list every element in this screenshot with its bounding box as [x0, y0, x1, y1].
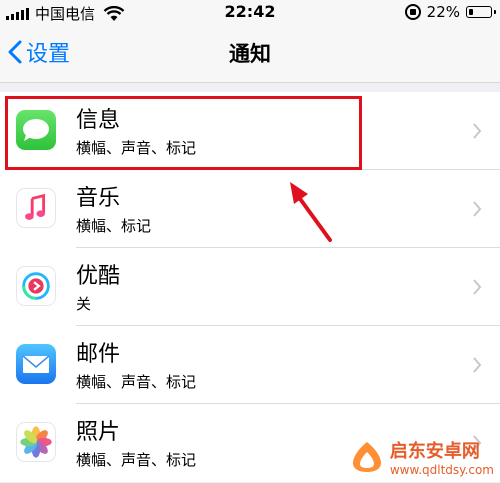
messages-icon: [16, 110, 56, 150]
battery-fill: [468, 8, 473, 15]
navigation-bar: 设置 通知: [0, 24, 500, 83]
battery-icon: [466, 6, 496, 18]
list-item-mail[interactable]: 邮件 横幅、声音、标记: [0, 326, 500, 404]
red-arrow-icon: [290, 182, 332, 242]
app-name: 音乐: [76, 186, 121, 211]
list-item-messages[interactable]: 信息 横幅、声音、标记: [0, 92, 500, 170]
list-item-music[interactable]: 音乐 横幅、标记: [0, 170, 500, 248]
app-notification-style: 横幅、声音、标记: [76, 139, 197, 157]
mail-icon: [16, 344, 56, 384]
app-name: 照片: [76, 420, 121, 445]
watermark: 启东安卓网 www.qdltdsy.com: [350, 437, 494, 477]
music-icon: [16, 188, 56, 228]
app-name: 邮件: [76, 342, 121, 367]
battery-percent: 22%: [426, 3, 460, 21]
watermark-url: www.qdltdsy.com: [389, 463, 494, 477]
app-notification-style: 横幅、声音、标记: [76, 373, 197, 391]
app-notification-style: 关: [76, 295, 92, 313]
chevron-right-icon: [473, 357, 482, 373]
photos-icon: [16, 422, 56, 462]
watermark-title: 启东安卓网: [389, 441, 480, 462]
app-name: 信息: [76, 108, 121, 133]
status-right: 22%: [404, 3, 496, 21]
app-name: 优酷: [76, 264, 121, 289]
chevron-right-icon: [473, 201, 482, 217]
battery-tip: [494, 10, 496, 14]
app-notification-style: 横幅、标记: [76, 217, 152, 235]
rotation-lock-icon: [404, 4, 421, 20]
chevron-right-icon: [473, 279, 482, 295]
chevron-right-icon: [473, 123, 482, 139]
app-notification-style: 横幅、声音、标记: [76, 451, 197, 469]
youku-icon: [16, 266, 56, 306]
page-title: 通知: [229, 42, 271, 66]
app-notification-list: 信息 横幅、声音、标记 音乐 横幅、标记 优酷 关 邮件 横幅、声音、标记 照片…: [0, 92, 500, 482]
watermark-logo-icon: [352, 442, 381, 472]
list-item-youku[interactable]: 优酷 关: [0, 248, 500, 326]
status-bar: 中国电信 22:42 22%: [0, 0, 500, 24]
watermark-text: 启东安卓网 www.qdltdsy.com: [390, 437, 494, 477]
